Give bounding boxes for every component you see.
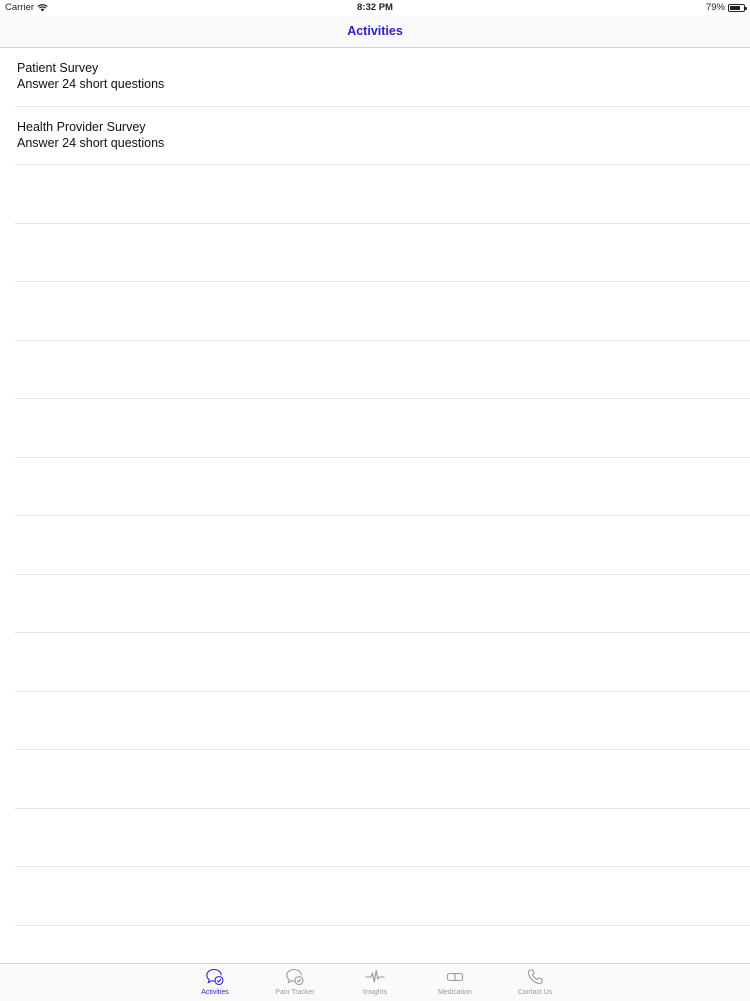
status-bar: Carrier 8:32 PM 79% (0, 0, 750, 16)
tab-bar: Activities Pain Tracker Insights Medication… (0, 963, 750, 1001)
activity-row (15, 633, 750, 692)
activity-title: Patient Survey (17, 61, 99, 75)
activity-row (15, 926, 750, 964)
activity-row (15, 341, 750, 399)
activity-row[interactable]: Patient Survey Answer 24 short questions (15, 48, 750, 107)
activity-row (15, 282, 750, 341)
tab-label: Activities (201, 989, 229, 996)
status-time: 8:32 PM (357, 2, 393, 13)
navigation-bar: Activities (0, 16, 750, 48)
pill-icon (445, 968, 465, 986)
tab-label: Insights (362, 989, 388, 996)
chat-check-icon (285, 968, 305, 986)
activity-row[interactable]: Health Provider Survey Answer 24 short qu… (15, 107, 750, 165)
tab-label: Contact Us (517, 989, 553, 996)
pulse-icon (365, 968, 385, 986)
phone-icon (525, 968, 545, 986)
activity-row (15, 867, 750, 926)
activity-subtitle: Answer 24 short questions (17, 77, 165, 91)
activity-list: Patient Survey Answer 24 short questions H… (0, 48, 750, 963)
activity-row (15, 692, 750, 750)
tab-medication[interactable]: Medication (415, 964, 495, 1001)
battery-percent: 79% (705, 2, 725, 13)
activity-title: Health Provider Survey (17, 119, 146, 134)
tab-activities[interactable]: Activities (175, 964, 255, 1001)
tab-label: Medication (438, 989, 472, 996)
tab-insights[interactable]: Insights (335, 964, 415, 1001)
tab-label: Pain Tracker (275, 989, 315, 996)
activity-row (15, 165, 750, 224)
activity-row (15, 575, 750, 633)
activity-row (15, 458, 750, 516)
page-title: Activities (347, 24, 403, 38)
activity-row (15, 224, 750, 282)
battery-fill (730, 5, 740, 10)
chat-check-icon (205, 968, 225, 986)
activity-row (15, 399, 750, 458)
activity-row (15, 809, 750, 867)
activity-row (15, 516, 750, 575)
tab-contact-us[interactable]: Contact Us (495, 964, 575, 1001)
activity-row (15, 750, 750, 809)
status-right: 79% (705, 2, 747, 13)
battery-icon (728, 3, 747, 12)
activity-subtitle: Answer 24 short questions (17, 135, 165, 150)
tab-pain-tracker[interactable]: Pain Tracker (255, 964, 335, 1001)
